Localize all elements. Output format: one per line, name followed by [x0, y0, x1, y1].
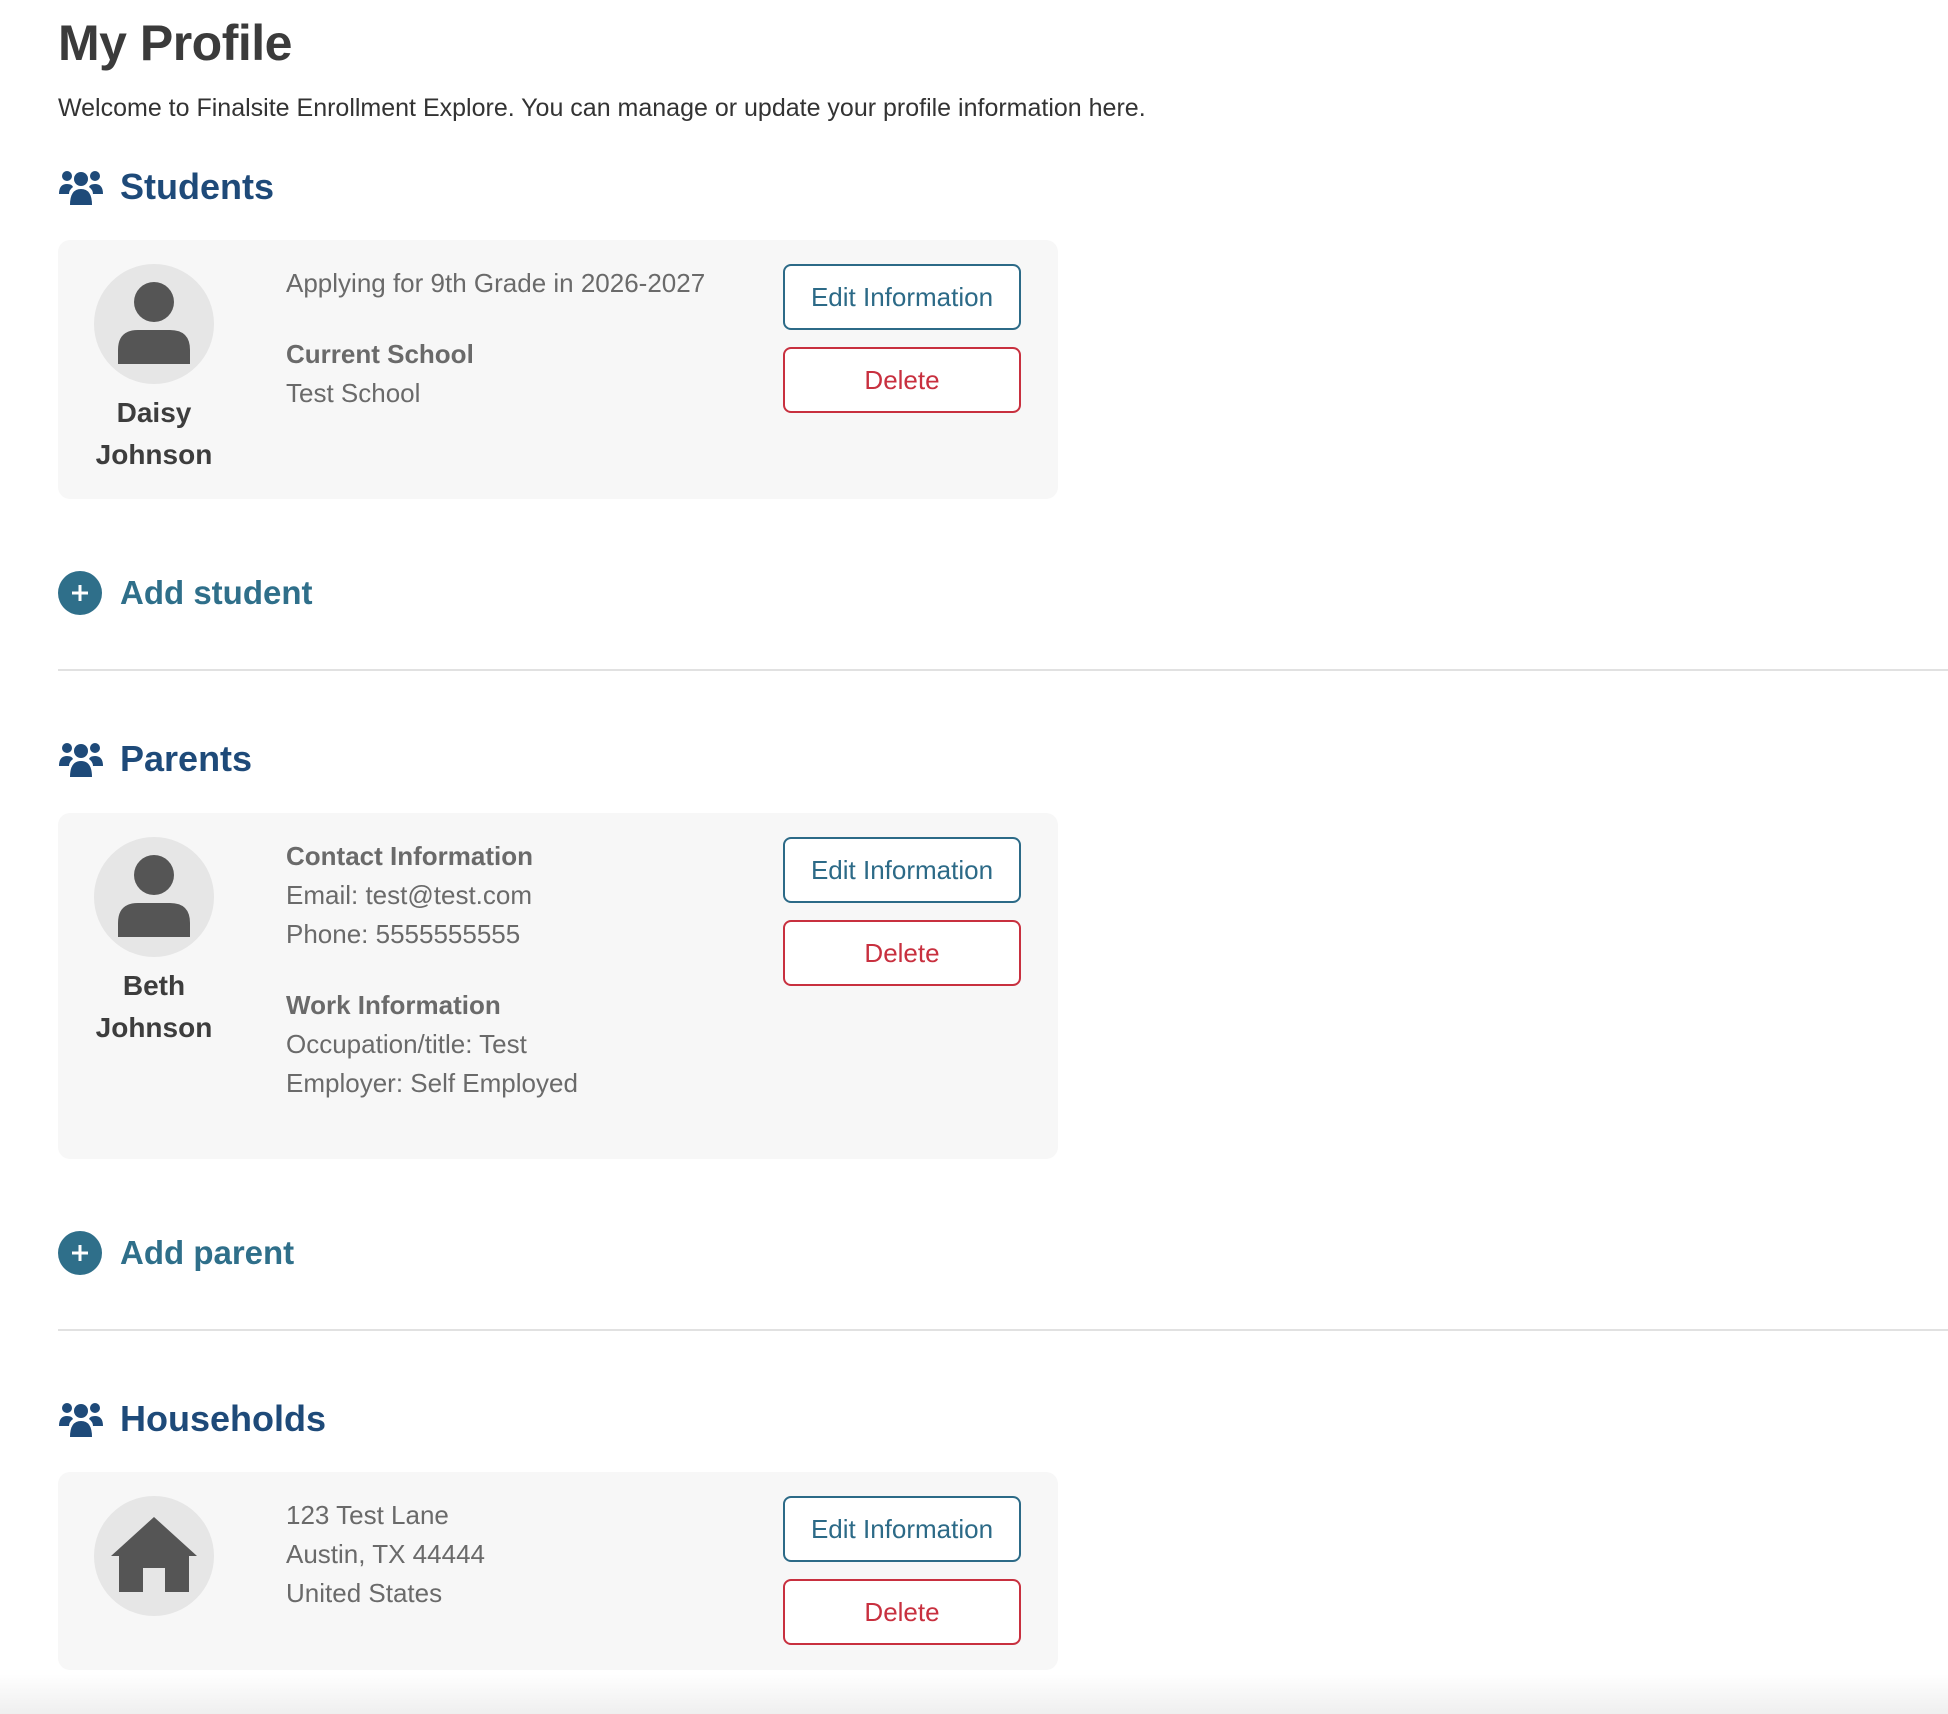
current-school-label: Current School: [286, 339, 474, 369]
page-title: My Profile: [58, 15, 292, 71]
delete-student-button[interactable]: Delete: [783, 347, 1021, 413]
student-name: Daisy Johnson: [58, 392, 250, 476]
student-first-name: Daisy: [116, 397, 192, 428]
students-title: Students: [120, 166, 275, 207]
address-line1: 123 Test Lane: [286, 1500, 449, 1530]
edit-student-button[interactable]: Edit Information: [783, 264, 1021, 330]
plus-circle-icon: [58, 571, 102, 615]
households-heading: Households: [58, 1398, 326, 1440]
address-line2: Austin, TX 44444: [286, 1539, 485, 1569]
edit-parent-button[interactable]: Edit Information: [783, 837, 1021, 903]
household-info: 123 Test Lane Austin, TX 44444 United St…: [286, 1496, 766, 1613]
parent-phone: Phone: 5555555555: [286, 919, 521, 949]
avatar: [94, 264, 214, 384]
contact-info-label: Contact Information: [286, 841, 533, 871]
parent-employer: Employer: Self Employed: [286, 1068, 578, 1098]
parent-last-name: Johnson: [95, 1012, 213, 1043]
work-info-label: Work Information: [286, 990, 501, 1020]
edit-household-button[interactable]: Edit Information: [783, 1496, 1021, 1562]
section-divider: [58, 669, 1948, 671]
address-country: United States: [286, 1578, 443, 1608]
student-info: Applying for 9th Grade in 2026-2027 Curr…: [286, 264, 766, 413]
student-last-name: Johnson: [95, 439, 213, 470]
delete-parent-button[interactable]: Delete: [783, 920, 1021, 986]
add-parent-link[interactable]: Add parent: [58, 1231, 294, 1275]
person-icon: [116, 280, 192, 369]
house-icon: [109, 1514, 199, 1599]
person-icon: [116, 853, 192, 942]
applying-text: Applying for 9th Grade in 2026-2027: [286, 268, 706, 298]
plus-circle-icon: [58, 1231, 102, 1275]
profile-page: My Profile Welcome to Finalsite Enrollme…: [0, 0, 1948, 1714]
parent-first-name: Beth: [122, 970, 186, 1001]
students-heading: Students: [58, 166, 274, 208]
users-icon: [58, 740, 104, 778]
parent-card: Beth Johnson Contact Information Email: …: [58, 813, 1058, 1159]
parents-title: Parents: [120, 738, 253, 779]
add-student-label: Add student: [120, 574, 313, 611]
avatar: [94, 837, 214, 957]
households-title: Households: [120, 1398, 327, 1439]
parents-heading: Parents: [58, 738, 252, 780]
users-icon: [58, 1400, 104, 1438]
page-intro: Welcome to Finalsite Enrollment Explore.…: [58, 94, 1146, 122]
parent-email: Email: test@test.com: [286, 880, 533, 910]
parent-occupation: Occupation/title: Test: [286, 1029, 527, 1059]
avatar: [94, 1496, 214, 1616]
section-divider: [58, 1329, 1948, 1331]
add-student-link[interactable]: Add student: [58, 571, 312, 615]
current-school-value: Test School: [286, 378, 421, 408]
users-icon: [58, 168, 104, 206]
parent-name: Beth Johnson: [58, 965, 250, 1049]
delete-household-button[interactable]: Delete: [783, 1579, 1021, 1645]
parent-info: Contact Information Email: test@test.com…: [286, 837, 766, 1103]
add-parent-label: Add parent: [120, 1234, 295, 1271]
student-card: Daisy Johnson Applying for 9th Grade in …: [58, 240, 1058, 499]
bottom-scroll-shadow: [0, 1674, 1948, 1714]
household-card: 123 Test Lane Austin, TX 44444 United St…: [58, 1472, 1058, 1670]
